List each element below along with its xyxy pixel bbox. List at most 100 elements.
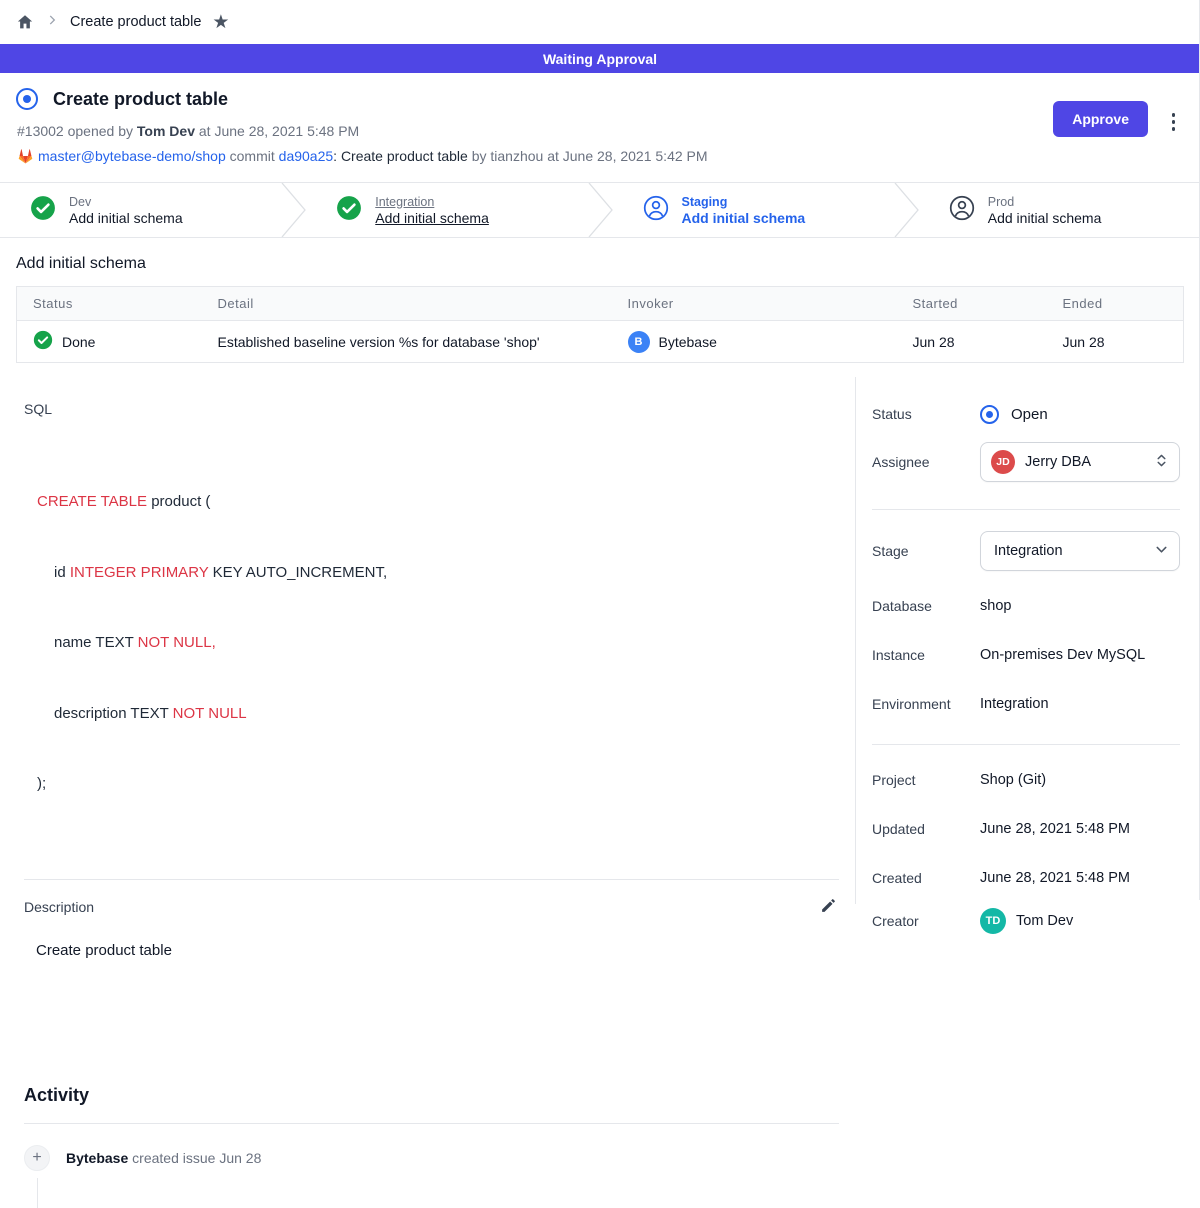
- stage-pipeline: Dev Add initial schema Integration Add i…: [0, 182, 1200, 238]
- stage-separator: [281, 183, 306, 237]
- check-circle-icon: [33, 330, 53, 353]
- stage-env-label: Prod: [988, 195, 1102, 209]
- description-text: Create product table: [36, 942, 839, 959]
- timeline-connector: [37, 1178, 39, 1208]
- issue-opened-at: at June 28, 2021 5:48 PM: [199, 123, 359, 139]
- stage-task-label: Add initial schema: [682, 210, 806, 226]
- created-value: June 28, 2021 5:48 PM: [980, 870, 1130, 886]
- task-table: Status Detail Invoker Started Ended Done…: [16, 286, 1184, 363]
- edit-pencil-icon[interactable]: [818, 895, 839, 919]
- activity-item: + Bytebase created issue Jun 28: [24, 1145, 839, 1171]
- stage-separator: [894, 183, 919, 237]
- col-invoker: Invoker: [612, 287, 897, 321]
- task-detail-cell: Established baseline version %s for data…: [202, 321, 612, 363]
- check-circle-icon: [336, 195, 362, 226]
- kebab-menu-icon[interactable]: [1169, 110, 1179, 134]
- gitlab-icon: [17, 148, 34, 167]
- person-circle-icon: [949, 195, 975, 226]
- created-label: Created: [872, 870, 980, 886]
- task-invoker-text: Bytebase: [659, 334, 717, 350]
- task-row[interactable]: Done Established baseline version %s for…: [17, 321, 1184, 363]
- instance-value: On-premises Dev MySQL: [980, 647, 1145, 663]
- commit-author-time: by tianzhou at June 28, 2021 5:42 PM: [472, 148, 708, 164]
- home-icon[interactable]: [16, 13, 34, 31]
- task-ended-cell: Jun 28: [1047, 321, 1184, 363]
- col-status: Status: [17, 287, 202, 321]
- col-started: Started: [897, 287, 1047, 321]
- chevron-right-icon: [45, 13, 59, 32]
- stage-integration[interactable]: Integration Add initial schema: [306, 183, 587, 237]
- vcs-commit-line: master@bytebase-demo/shop commit da90a25…: [17, 148, 1184, 167]
- database-label: Database: [872, 598, 980, 614]
- stage-task-label: Add initial schema: [375, 210, 489, 226]
- creator-label: Creator: [872, 913, 980, 929]
- stage-env-label: Integration: [375, 195, 489, 209]
- stage-env-label: Staging: [682, 195, 806, 209]
- project-value: Shop (Git): [980, 772, 1046, 788]
- chevron-down-icon: [1154, 542, 1169, 560]
- star-icon[interactable]: ★: [212, 13, 229, 32]
- commit-word: commit: [230, 148, 275, 164]
- sidebar: Status Open Assignee JD Jerry DBA Stage …: [855, 377, 1200, 904]
- updated-label: Updated: [872, 821, 980, 837]
- main-column: SQL CREATE TABLE product ( id INTEGER PR…: [0, 377, 855, 904]
- plus-icon: +: [24, 1145, 50, 1171]
- task-table-header: Status Detail Invoker Started Ended: [17, 287, 1184, 321]
- description-label: Description: [24, 899, 94, 915]
- open-status-icon: [980, 405, 999, 424]
- activity-heading: Activity: [24, 1085, 839, 1106]
- stage-select[interactable]: Integration: [980, 531, 1180, 571]
- commit-message: : Create product table: [333, 148, 468, 164]
- stage-task-label: Add initial schema: [69, 210, 183, 226]
- task-started-cell: Jun 28: [897, 321, 1047, 363]
- stage-prod[interactable]: Prod Add initial schema: [919, 183, 1200, 237]
- updown-chevron-icon: [1154, 453, 1169, 471]
- breadcrumb-page-title[interactable]: Create product table: [70, 14, 201, 30]
- approve-button[interactable]: Approve: [1053, 101, 1148, 137]
- stage-value: Integration: [991, 543, 1144, 559]
- project-label: Project: [872, 772, 980, 788]
- sql-label: SQL: [24, 401, 839, 417]
- creator-avatar: TD: [980, 908, 1006, 934]
- updated-value: June 28, 2021 5:48 PM: [980, 821, 1130, 837]
- person-circle-icon: [643, 195, 669, 226]
- environment-label: Environment: [872, 696, 980, 712]
- banner-text: Waiting Approval: [543, 51, 657, 67]
- divider: [24, 879, 839, 880]
- stage-staging[interactable]: Staging Add initial schema: [613, 183, 894, 237]
- creator-value: Tom Dev: [1016, 913, 1073, 929]
- sql-code-block: CREATE TABLE product ( id INTEGER PRIMAR…: [37, 443, 839, 843]
- issue-open-status-icon: [16, 88, 38, 110]
- assignee-select[interactable]: JD Jerry DBA: [980, 442, 1180, 482]
- status-value: Open: [1011, 406, 1048, 423]
- task-status-text: Done: [62, 334, 95, 350]
- stage-task-label: Add initial schema: [988, 210, 1102, 226]
- col-detail: Detail: [202, 287, 612, 321]
- stage-dev[interactable]: Dev Add initial schema: [0, 183, 281, 237]
- issue-author: Tom Dev: [137, 123, 195, 139]
- task-invoker-cell: B Bytebase: [612, 321, 897, 363]
- stage-env-label: Dev: [69, 195, 183, 209]
- assignee-avatar: JD: [991, 450, 1015, 474]
- stage-label: Stage: [872, 543, 980, 559]
- task-section: Add initial schema Status Detail Invoker…: [0, 238, 1200, 363]
- issue-header: Create product table #13002 opened by To…: [0, 73, 1200, 182]
- commit-hash-link[interactable]: da90a25: [279, 148, 334, 164]
- divider: [24, 1123, 839, 1124]
- check-circle-icon: [30, 195, 56, 226]
- status-label: Status: [872, 406, 980, 422]
- waiting-approval-banner: Waiting Approval: [0, 44, 1200, 73]
- instance-label: Instance: [872, 647, 980, 663]
- task-status-cell: Done: [17, 321, 202, 363]
- activity-actor: Bytebase: [66, 1150, 128, 1166]
- activity-action: created issue Jun 28: [132, 1150, 261, 1166]
- assignee-value: Jerry DBA: [1025, 454, 1144, 470]
- issue-number-text: #13002 opened by: [17, 123, 133, 139]
- breadcrumb: Create product table ★: [0, 0, 1200, 44]
- issue-meta: #13002 opened by Tom Dev at June 28, 202…: [17, 123, 1184, 139]
- sidebar-divider: [872, 509, 1180, 510]
- col-ended: Ended: [1047, 287, 1184, 321]
- vcs-branch-link[interactable]: master@bytebase-demo/shop: [38, 148, 226, 164]
- stage-separator: [588, 183, 613, 237]
- task-heading: Add initial schema: [16, 255, 1184, 273]
